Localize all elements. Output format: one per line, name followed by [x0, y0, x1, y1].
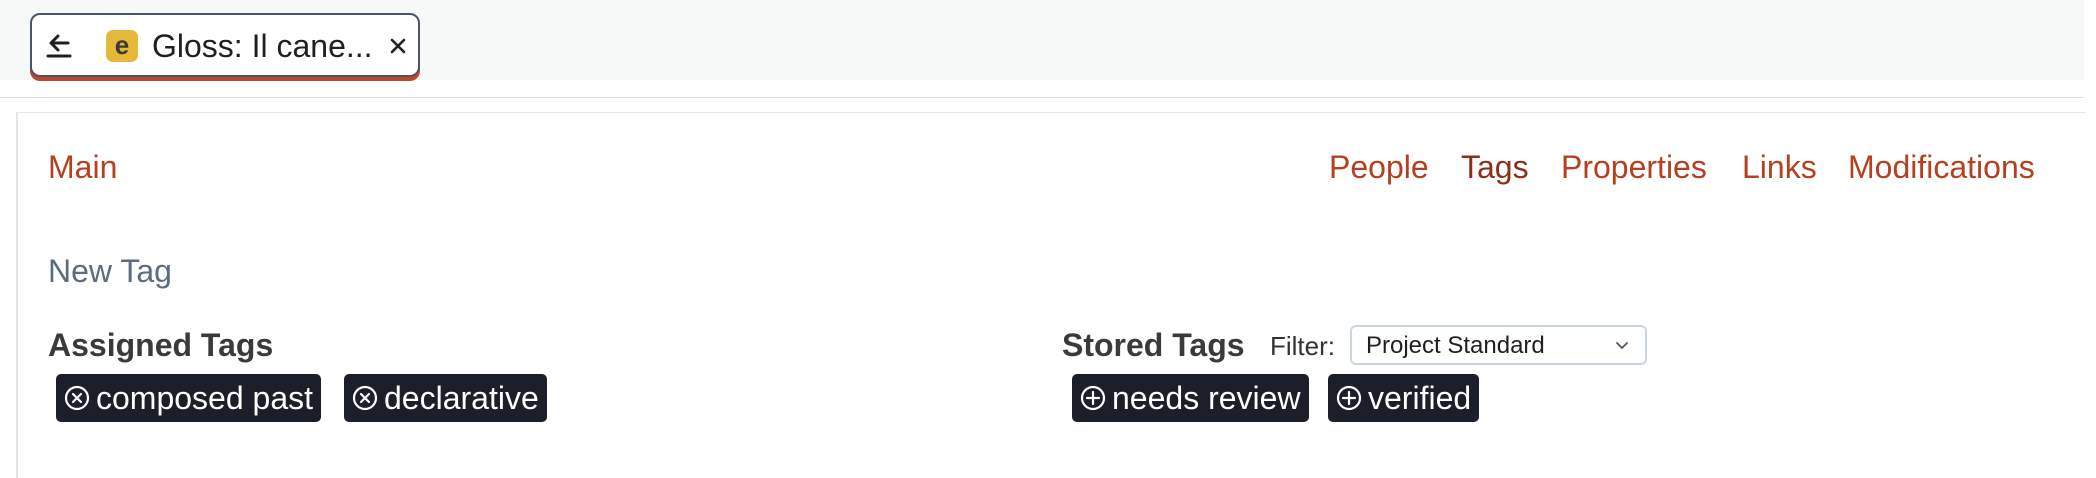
stored-tag-chip[interactable]: needs review	[1072, 374, 1309, 422]
filter-label: Filter:	[1270, 331, 1335, 361]
divider	[0, 97, 2084, 98]
tag-label: declarative	[384, 380, 539, 416]
tag-label: verified	[1368, 380, 1472, 416]
filter-select[interactable]: Project Standard	[1350, 325, 1647, 365]
tab-strip: e Gloss: Il cane...	[0, 0, 2084, 80]
entity-badge: e	[106, 30, 138, 62]
nav-tags[interactable]: Tags	[1461, 148, 1529, 186]
stored-tag-chip[interactable]: verified	[1328, 374, 1480, 422]
arrow-left-icon[interactable]	[44, 29, 74, 61]
nav-modifications[interactable]: Modifications	[1848, 148, 2035, 186]
document-tab[interactable]: e Gloss: Il cane...	[30, 13, 420, 77]
add-circle-icon	[1336, 385, 1362, 411]
nav-links[interactable]: Links	[1742, 148, 1817, 186]
remove-circle-icon	[64, 385, 90, 411]
remove-circle-icon	[352, 385, 378, 411]
new-tag-link[interactable]: New Tag	[48, 252, 172, 290]
chevron-down-icon	[1616, 342, 1628, 349]
close-icon[interactable]	[384, 31, 412, 61]
tag-label: composed past	[96, 380, 314, 416]
assigned-tag-chip[interactable]: composed past	[56, 374, 322, 422]
page: e Gloss: Il cane... Main People Tags Pro…	[0, 0, 2096, 478]
stored-tags-title: Stored Tags	[1062, 327, 1245, 363]
nav-main[interactable]: Main	[48, 148, 117, 186]
add-circle-icon	[1080, 385, 1106, 411]
tag-label: needs review	[1112, 380, 1301, 416]
nav-properties[interactable]: Properties	[1561, 148, 1707, 186]
nav-people[interactable]: People	[1329, 148, 1429, 186]
assigned-tags-title: Assigned Tags	[48, 327, 274, 363]
tab-title: Gloss: Il cane...	[152, 28, 373, 64]
filter-value: Project Standard	[1366, 332, 1545, 359]
assigned-tag-chip[interactable]: declarative	[344, 374, 547, 422]
